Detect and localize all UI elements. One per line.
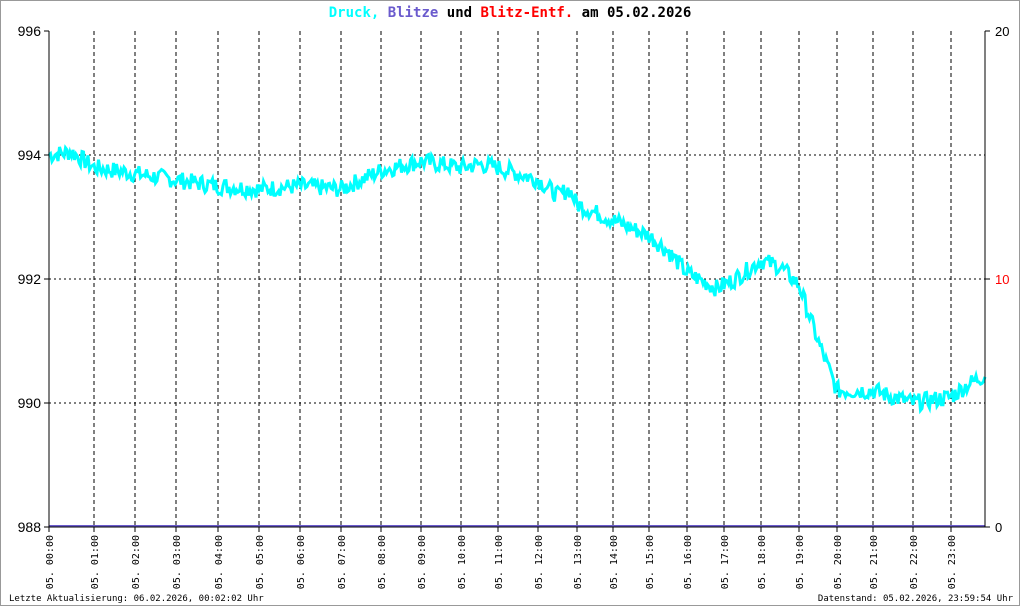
- x-tick-label: 05. 15:00: [645, 535, 656, 589]
- x-tick-label: 05. 22:00: [909, 535, 920, 589]
- x-tick-label: 05. 12:00: [534, 535, 545, 589]
- y-tick-label-left: 992: [18, 271, 42, 287]
- x-tick-label: 05. 23:00: [947, 535, 958, 589]
- footer-data-status: Datenstand: 05.02.2026, 23:59:54 Uhr: [817, 594, 1013, 604]
- x-tick-label: 05. 18:00: [757, 535, 768, 589]
- y-tick-label-right: 10: [995, 272, 1009, 287]
- y-tick-label-left: 994: [18, 147, 42, 163]
- x-tick-label: 05. 01:00: [90, 535, 101, 589]
- x-tick-label: 05. 21:00: [869, 535, 880, 589]
- x-tick-label: 05. 07:00: [337, 535, 348, 589]
- x-tick-label: 05. 02:00: [131, 535, 142, 589]
- y-tick-label-left: 990: [18, 395, 42, 411]
- x-tick-label: 05. 11:00: [494, 535, 505, 589]
- x-tick-label: 05. 08:00: [377, 535, 388, 589]
- y-tick-label-right: 0: [995, 520, 1002, 535]
- chart-container: Druck, Blitze und Blitz-Entf. am 05.02.2…: [0, 0, 1020, 606]
- x-tick-label: 05. 04:00: [214, 535, 225, 589]
- x-tick-label: 05. 19:00: [795, 535, 806, 589]
- x-tick-label: 05. 00:00: [45, 535, 56, 589]
- x-tick-label: 05. 16:00: [683, 535, 694, 589]
- y-tick-label-right: 20: [995, 24, 1009, 39]
- y-tick-label-left: 996: [18, 23, 42, 39]
- x-tick-label: 05. 05:00: [255, 535, 266, 589]
- x-tick-label: 05. 20:00: [833, 535, 844, 589]
- x-tick-label: 05. 10:00: [457, 535, 468, 589]
- x-tick-label: 05. 17:00: [720, 535, 731, 589]
- x-tick-label: 05. 14:00: [609, 535, 620, 589]
- x-tick-label: 05. 09:00: [417, 535, 428, 589]
- chart-svg: 988 990 992 994 996 0 10 20 05. 00:00 05. 01:00 05…: [18, 23, 1010, 589]
- footer-last-update: Letzte Aktualisierung: 06.02.2026, 00:02…: [9, 594, 264, 604]
- x-tick-label: 05. 03:00: [172, 535, 183, 589]
- y-tick-label-left: 988: [18, 519, 42, 535]
- x-tick-label: 05. 13:00: [573, 535, 584, 589]
- x-tick-label: 05. 06:00: [296, 535, 307, 589]
